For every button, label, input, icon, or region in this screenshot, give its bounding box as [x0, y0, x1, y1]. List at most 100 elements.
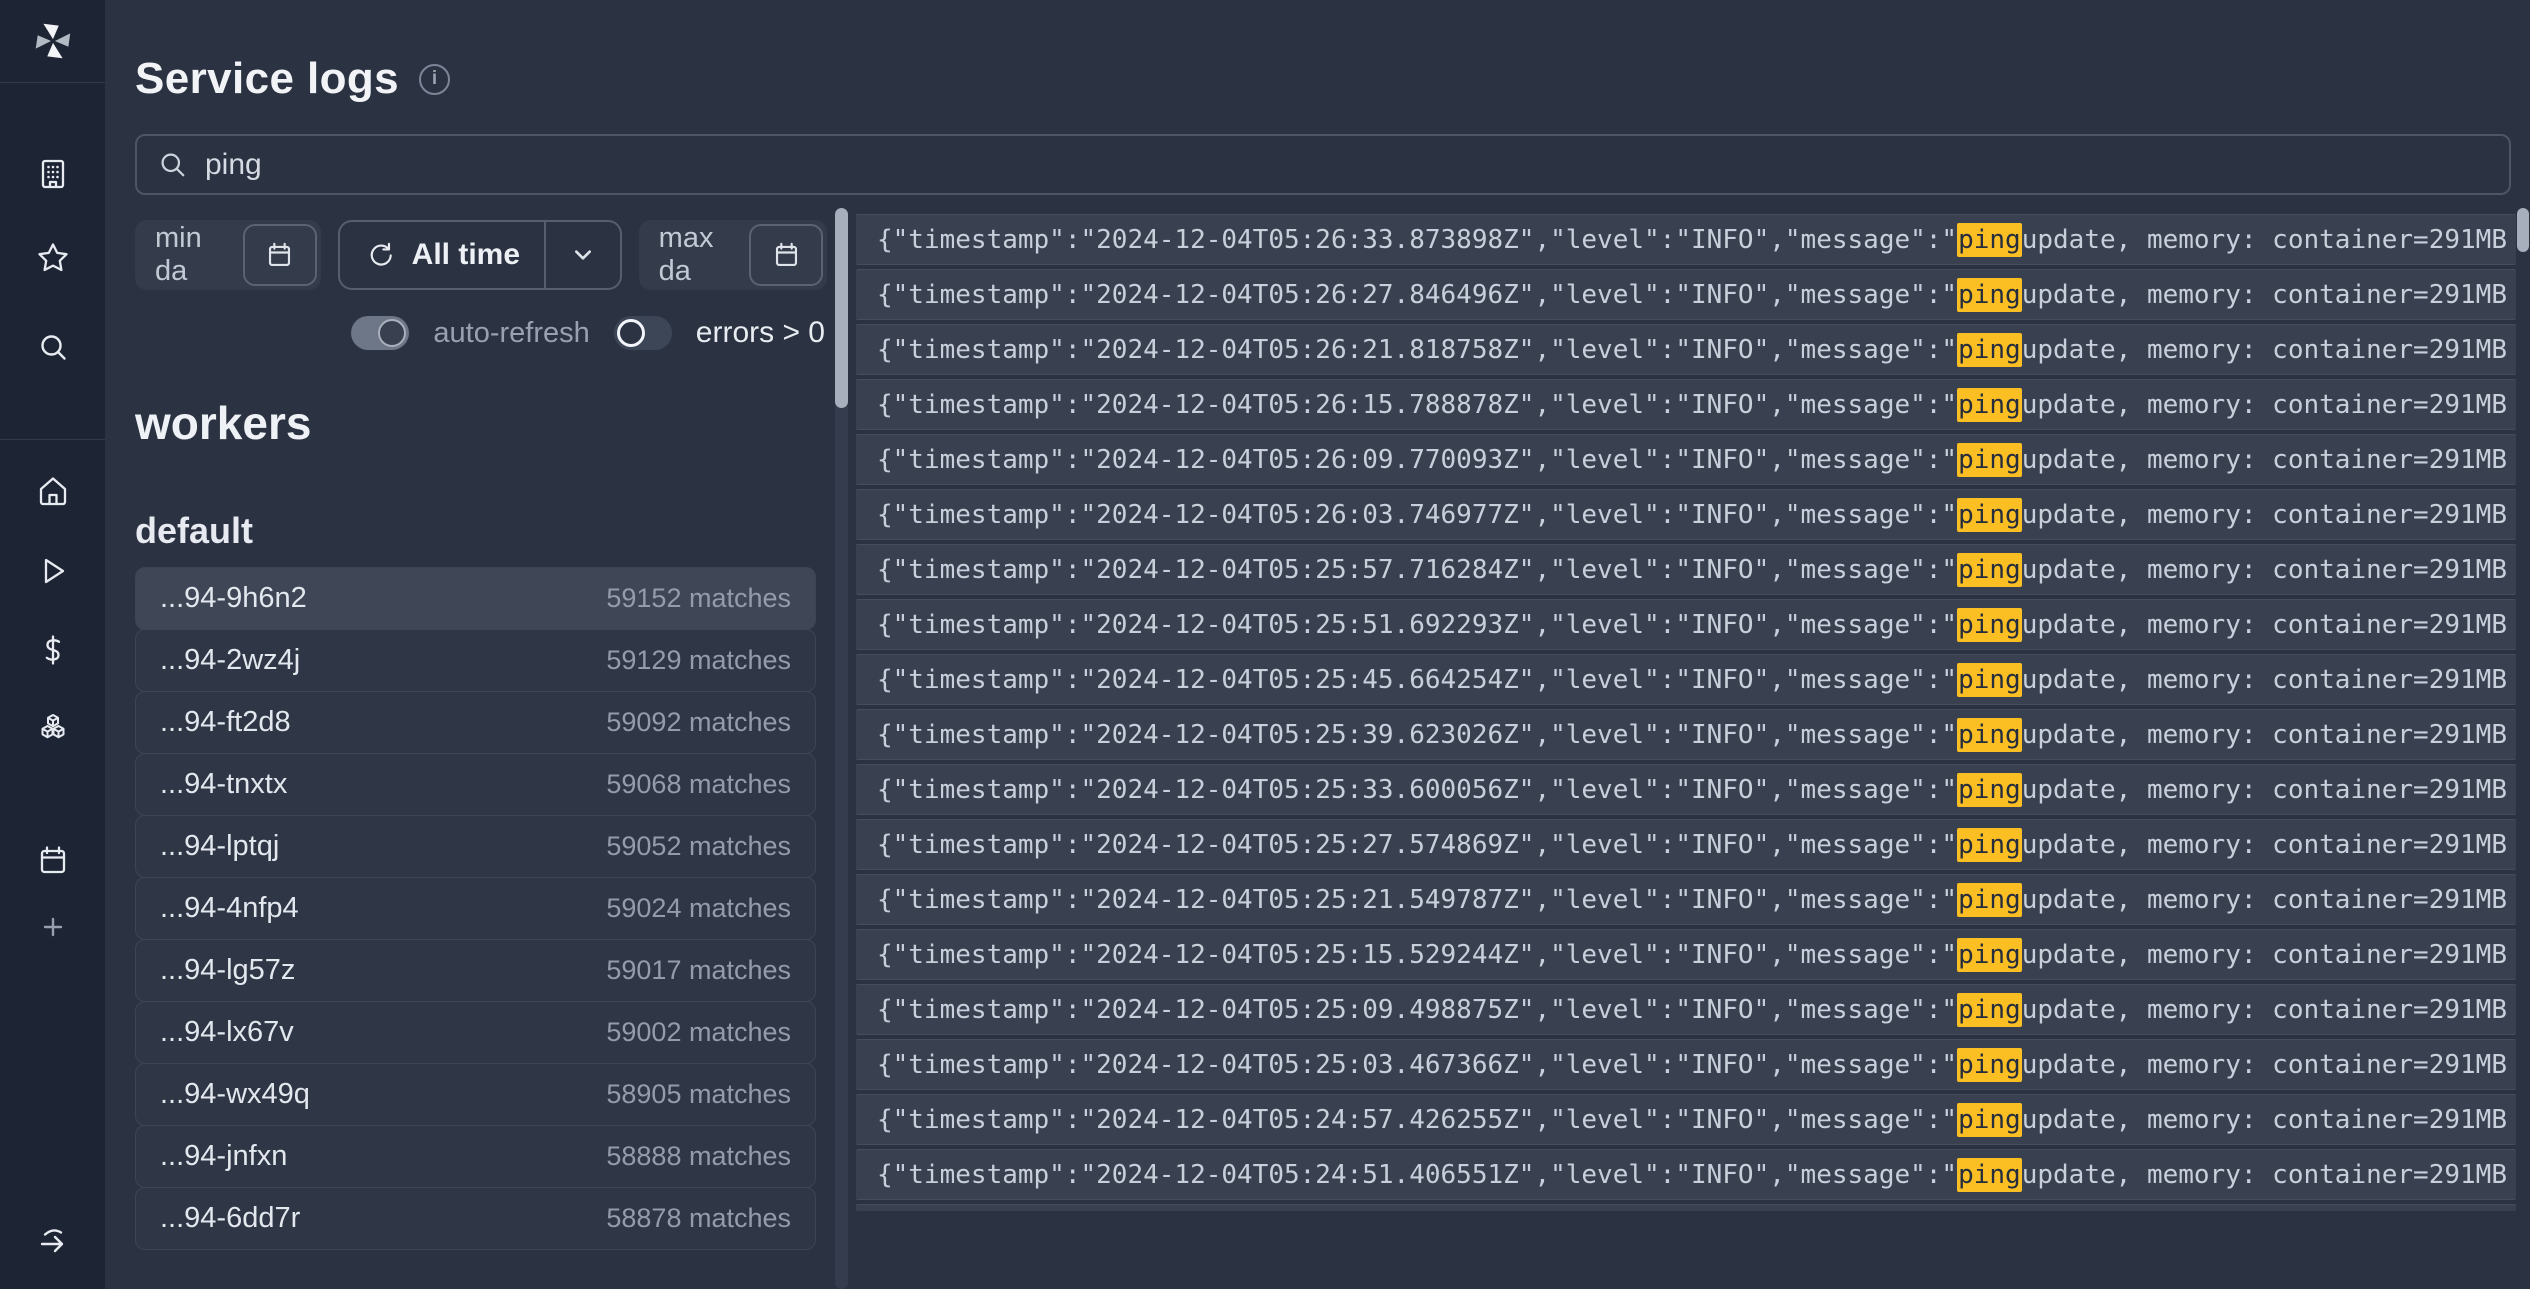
log-line[interactable]: {"timestamp":"2024-12-04T05:24:57.426255…: [856, 1094, 2516, 1145]
worker-row[interactable]: ...94-jnfxn 58888 matches: [135, 1125, 816, 1188]
log-text: {"timestamp":"2024-12-04T05:25:21.549787…: [877, 885, 1957, 915]
log-text: {"timestamp":"2024-12-04T05:25:03.467366…: [877, 1050, 1957, 1080]
search-match-highlight: ping: [1957, 388, 2022, 422]
worker-match-count: 58878 matches: [606, 1203, 791, 1234]
worker-name: ...94-6dd7r: [160, 1202, 300, 1235]
min-date-calendar-button[interactable]: [243, 224, 317, 286]
info-icon[interactable]: i: [419, 64, 450, 95]
star-icon: [35, 240, 71, 276]
worker-row[interactable]: ...94-lx67v 59002 matches: [135, 1001, 816, 1064]
sidebar-item-home[interactable]: [35, 473, 71, 509]
log-line[interactable]: {"timestamp":"2024-12-04T05:25:57.716284…: [856, 544, 2516, 595]
log-text: update, memory: container=291MB: [2022, 610, 2507, 640]
log-line[interactable]: {"timestamp":"2024-12-04T05:26:27.846496…: [856, 269, 2516, 320]
sidebar-expand-button[interactable]: [35, 1221, 71, 1257]
log-text: update, memory: container=291MB: [2022, 885, 2507, 915]
worker-row[interactable]: ...94-lg57z 59017 matches: [135, 939, 816, 1002]
log-line[interactable]: {"timestamp":"2024-12-04T05:25:45.664254…: [856, 654, 2516, 705]
search-match-highlight: ping: [1957, 278, 2022, 312]
auto-refresh-toggle[interactable]: [351, 316, 409, 350]
log-line[interactable]: {"timestamp":"2024-12-04T05:26:09.770093…: [856, 434, 2516, 485]
sidebar-item-add[interactable]: [35, 909, 71, 945]
time-range-button[interactable]: All time: [340, 222, 544, 288]
log-line[interactable]: {"timestamp":"2024-12-04T05:26:33.873898…: [856, 214, 2516, 265]
log-line[interactable]: {"timestamp":"2024-12-04T05:26:21.818758…: [856, 324, 2516, 375]
search-match-highlight: ping: [1957, 1158, 2022, 1192]
max-date-value: max da: [659, 222, 745, 288]
app-logo[interactable]: [0, 0, 105, 82]
log-line[interactable]: {"timestamp":"2024-12-04T05:26:03.746977…: [856, 489, 2516, 540]
worker-row[interactable]: ...94-tnxtx 59068 matches: [135, 753, 816, 816]
sidebar-item-schedules[interactable]: [35, 843, 71, 879]
search-match-highlight: ping: [1957, 938, 2022, 972]
worker-row[interactable]: ...94-2wz4j 59129 matches: [135, 629, 816, 692]
sidebar-item-resources[interactable]: [35, 711, 71, 747]
log-line[interactable]: {"timestamp":"2024-12-04T05:25:15.529244…: [856, 929, 2516, 980]
worker-name: ...94-lg57z: [160, 954, 295, 987]
calendar-icon: [35, 843, 71, 879]
log-text: {"timestamp":"2024-12-04T05:25:57.716284…: [877, 555, 1957, 585]
worker-list: ...94-9h6n2 59152 matches ...94-2wz4j 59…: [135, 567, 816, 1250]
log-line[interactable]: {"timestamp":"2024-12-04T05:24:51.406551…: [856, 1149, 2516, 1200]
worker-name: ...94-jnfxn: [160, 1140, 287, 1173]
search-match-highlight: ping: [1957, 498, 2022, 532]
sidebar-item-variables[interactable]: [35, 632, 71, 668]
worker-row[interactable]: ...94-lptqj 59052 matches: [135, 815, 816, 878]
errors-toggle[interactable]: [614, 316, 672, 350]
worker-match-count: 59068 matches: [606, 769, 791, 800]
toggle-row: auto-refresh errors > 0: [135, 316, 827, 350]
log-line[interactable]: {"timestamp":"2024-12-04T05:25:09.498875…: [856, 984, 2516, 1035]
log-line[interactable]: {"timestamp":"2024-12-04T05:25:33.600056…: [856, 764, 2516, 815]
log-line[interactable]: {"timestamp":"2024-12-04T05:25:39.623026…: [856, 709, 2516, 760]
worker-match-count: 59017 matches: [606, 955, 791, 986]
log-text: {"timestamp":"2024-12-04T05:26:33.873898…: [877, 225, 1957, 255]
worker-row[interactable]: ...94-wx49q 58905 matches: [135, 1063, 816, 1126]
worker-row[interactable]: ...94-ft2d8 59092 matches: [135, 691, 816, 754]
sidebar-item-favorites[interactable]: [35, 240, 71, 276]
log-text: {"timestamp":"2024-12-04T05:25:33.600056…: [877, 775, 1957, 805]
max-date-calendar-button[interactable]: [749, 224, 823, 286]
log-line[interactable]: {"timestamp":"2024-12-04T05:25:27.574869…: [856, 819, 2516, 870]
search-match-highlight: ping: [1957, 333, 2022, 367]
worker-match-count: 59002 matches: [606, 1017, 791, 1048]
search-match-highlight: ping: [1957, 773, 2022, 807]
dollar-icon: [35, 632, 71, 668]
log-line[interactable]: {"timestamp":"2024-12-04T05:25:51.692293…: [856, 599, 2516, 650]
date-filter-row: min da All time: [135, 220, 827, 290]
log-text: update, memory: container=291MB: [2022, 445, 2507, 475]
log-text: {"timestamp":"2024-12-04T05:25:39.623026…: [877, 720, 1957, 750]
log-line[interactable]: {"timestamp":"2024-12-04T05:26:15.788878…: [856, 379, 2516, 430]
search-match-highlight: ping: [1957, 443, 2022, 477]
sidebar-item-runs[interactable]: [35, 553, 71, 589]
log-search-bar[interactable]: [135, 134, 2511, 195]
scrollbar-thumb[interactable]: [835, 208, 848, 408]
worker-row[interactable]: ...94-4nfp4 59024 matches: [135, 877, 816, 940]
page-title: Service logs: [135, 54, 399, 104]
log-text: update, memory: container=291MB: [2022, 940, 2507, 970]
sidebar-item-search[interactable]: [35, 329, 71, 365]
sidebar-item-workspace[interactable]: [35, 156, 71, 192]
log-line[interactable]: {"timestamp":"2024-12-04T05:25:03.467366…: [856, 1039, 2516, 1090]
log-text: update, memory: container=291MB: [2022, 1160, 2507, 1190]
log-text: update, memory: container=291MB: [2022, 1050, 2507, 1080]
log-line-partial[interactable]: [856, 1204, 2516, 1211]
scrollbar-thumb[interactable]: [2517, 208, 2529, 252]
log-line[interactable]: {"timestamp":"2024-12-04T05:25:21.549787…: [856, 874, 2516, 925]
min-date-value: min da: [155, 222, 239, 288]
log-text: {"timestamp":"2024-12-04T05:25:45.664254…: [877, 665, 1957, 695]
worker-match-count: 59092 matches: [606, 707, 791, 738]
time-range-dropdown-button[interactable]: [546, 222, 620, 288]
search-match-highlight: ping: [1957, 663, 2022, 697]
time-range-control: All time: [338, 220, 622, 290]
search-input[interactable]: [205, 148, 2489, 182]
log-text: {"timestamp":"2024-12-04T05:24:57.426255…: [877, 1105, 1957, 1135]
min-date-field[interactable]: min da: [135, 220, 321, 290]
max-date-field[interactable]: max da: [639, 220, 827, 290]
log-text: update, memory: container=291MB: [2022, 665, 2507, 695]
toggle-knob: [378, 319, 406, 347]
worker-group-heading: default: [135, 510, 827, 552]
main-content: Service logs i min da: [105, 0, 2530, 1289]
chevron-down-icon: [568, 240, 598, 270]
worker-row[interactable]: ...94-6dd7r 58878 matches: [135, 1187, 816, 1250]
worker-row[interactable]: ...94-9h6n2 59152 matches: [135, 567, 816, 630]
